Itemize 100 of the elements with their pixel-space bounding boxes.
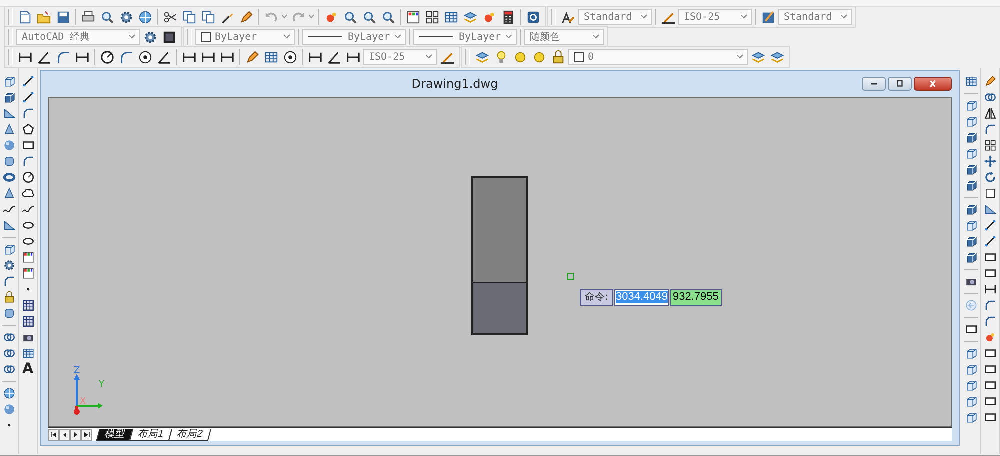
cube-icon bbox=[2, 243, 16, 256]
layers-icon bbox=[750, 50, 766, 64]
cube-icon bbox=[964, 347, 978, 360]
cylinder-icon bbox=[2, 307, 16, 320]
gear-icon bbox=[2, 259, 16, 272]
layout-tab[interactable]: 布局1 bbox=[129, 429, 172, 441]
dropdown[interactable]: 0 bbox=[568, 49, 748, 65]
arc-icon bbox=[118, 50, 134, 64]
rectangle-icon bbox=[984, 379, 996, 392]
axis-label: Z bbox=[74, 366, 80, 376]
last-page-button[interactable] bbox=[81, 429, 92, 441]
line-icon bbox=[984, 235, 996, 248]
arc-icon bbox=[984, 315, 996, 328]
caret-icon bbox=[283, 34, 291, 40]
dimension-icon bbox=[984, 283, 996, 296]
square-frame-icon bbox=[162, 30, 176, 44]
dropdown[interactable]: ISO-25 bbox=[363, 49, 437, 65]
rings-icon bbox=[984, 91, 996, 104]
rings-icon bbox=[2, 363, 16, 376]
dropdown[interactable]: ISO-25 bbox=[678, 9, 752, 25]
first-page-button[interactable] bbox=[48, 429, 59, 441]
dropdown[interactable]: ByLayer bbox=[413, 29, 517, 45]
ellipse-icon bbox=[22, 235, 34, 248]
maximize-button[interactable] bbox=[888, 77, 912, 91]
layers-icon bbox=[462, 10, 478, 24]
hatch-icon bbox=[22, 315, 34, 328]
dropdown[interactable]: Standard bbox=[778, 9, 852, 25]
arc-icon bbox=[984, 299, 996, 312]
solid-cube-icon bbox=[964, 251, 978, 264]
dropdown-value: ByLayer bbox=[308, 32, 390, 42]
printer-icon bbox=[80, 10, 96, 24]
grid-icon bbox=[424, 10, 440, 24]
layout-tab[interactable]: 布局2 bbox=[168, 429, 211, 441]
cube-icon bbox=[964, 395, 978, 408]
caret-icon bbox=[505, 34, 513, 40]
dropdown[interactable]: ByLayer bbox=[302, 29, 406, 45]
layers-icon bbox=[770, 50, 784, 64]
circle-icon bbox=[100, 50, 114, 64]
sun-icon bbox=[512, 50, 528, 64]
cone-icon bbox=[2, 187, 16, 200]
move-icon bbox=[984, 155, 996, 168]
rectangle-icon bbox=[984, 363, 996, 376]
previous-button[interactable] bbox=[59, 429, 70, 441]
cube-icon bbox=[964, 411, 978, 424]
arrow-circle-icon bbox=[964, 299, 978, 312]
copy-icon bbox=[200, 10, 216, 24]
rectangle-icon bbox=[984, 395, 996, 408]
rectangle-icon bbox=[984, 347, 996, 360]
table-icon bbox=[264, 50, 278, 64]
pencil-icon bbox=[984, 75, 996, 88]
dropdown[interactable]: 随颜色 bbox=[524, 29, 604, 45]
arc-icon bbox=[984, 123, 996, 136]
table-icon bbox=[444, 10, 458, 24]
rectangle-icon bbox=[22, 139, 34, 152]
dropdown[interactable]: Standard bbox=[578, 9, 652, 25]
table-icon bbox=[964, 75, 978, 88]
arc-icon bbox=[2, 275, 16, 288]
next-button[interactable] bbox=[70, 429, 81, 441]
dropdown-value: ByLayer bbox=[419, 32, 502, 42]
layout-tab[interactable]: 模型 bbox=[96, 429, 134, 441]
mirror-icon bbox=[984, 107, 996, 120]
first-page-icon bbox=[50, 431, 58, 439]
wedge-icon bbox=[984, 203, 996, 216]
wedge-icon bbox=[2, 219, 16, 232]
rings-icon bbox=[2, 331, 16, 344]
caret-icon bbox=[425, 54, 433, 60]
gear-icon bbox=[118, 10, 134, 24]
window-title: Drawing1.dwg bbox=[412, 77, 498, 91]
ellipse-icon bbox=[22, 219, 34, 232]
cube-icon bbox=[964, 99, 978, 112]
solid-cube-icon bbox=[964, 235, 978, 248]
solid-cube-icon bbox=[964, 203, 978, 216]
circle-button[interactable] bbox=[98, 48, 116, 66]
target-icon bbox=[138, 50, 152, 64]
close-button[interactable] bbox=[914, 77, 952, 91]
caret-icon bbox=[281, 14, 288, 20]
circle-icon bbox=[22, 171, 34, 184]
cube-icon bbox=[964, 363, 978, 376]
dropdown-value: ISO-25 bbox=[369, 52, 406, 62]
dropdown-value: Standard bbox=[784, 12, 832, 22]
table-icon bbox=[22, 347, 34, 360]
dropdown[interactable]: ByLayer bbox=[195, 29, 295, 45]
caret-icon bbox=[308, 14, 315, 20]
input-field[interactable]: 3034.4049 bbox=[614, 289, 669, 306]
dropdown[interactable]: AutoCAD 经典 bbox=[16, 29, 140, 45]
caret-icon bbox=[736, 54, 744, 60]
cube-icon bbox=[2, 75, 16, 88]
layers-icon bbox=[474, 50, 490, 64]
square-icon bbox=[984, 187, 996, 200]
input-field[interactable]: 932.7955 bbox=[670, 289, 722, 306]
rectangle-icon bbox=[964, 323, 978, 336]
solid-cube-icon bbox=[964, 163, 978, 176]
sun-icon bbox=[532, 50, 546, 64]
sphere-icon bbox=[2, 139, 16, 152]
snap-marker bbox=[567, 273, 574, 280]
copy-icon bbox=[182, 10, 196, 24]
cube-icon bbox=[964, 115, 978, 128]
caret-icon bbox=[592, 34, 600, 40]
arc-icon bbox=[56, 50, 70, 64]
text-tool-button[interactable]: A bbox=[19, 362, 37, 377]
